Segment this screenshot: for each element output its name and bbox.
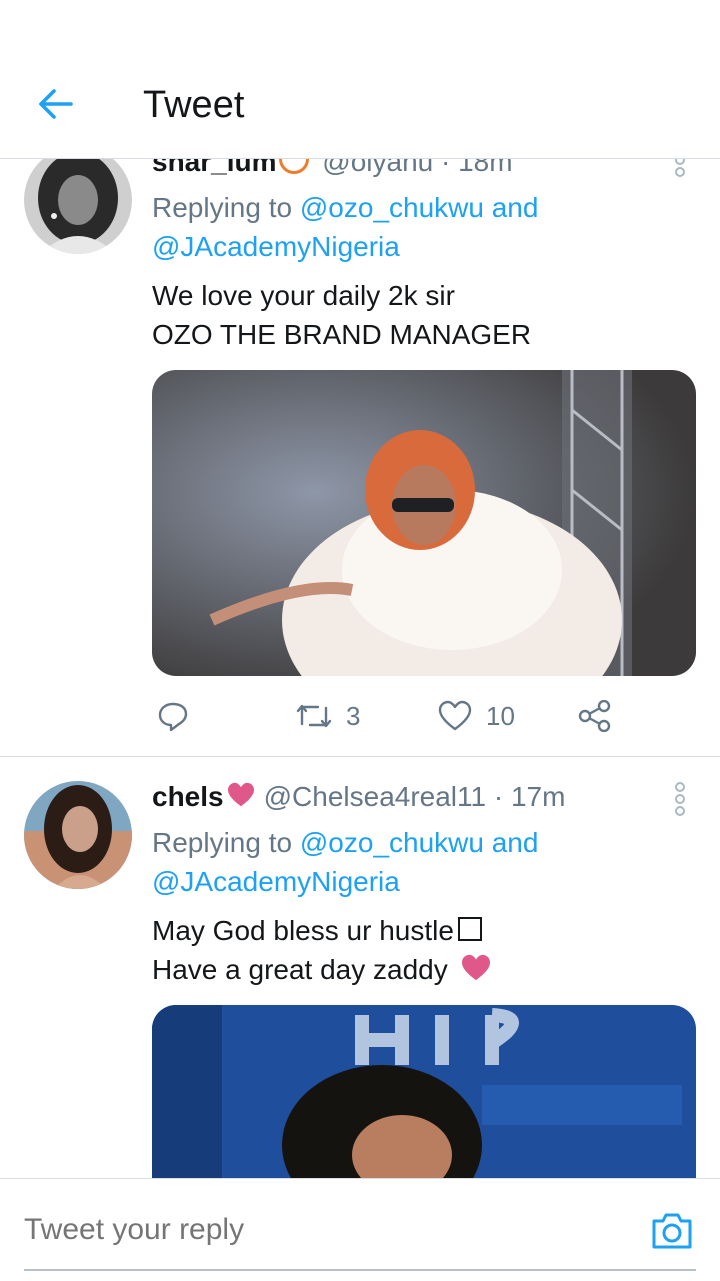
more-options-icon[interactable] [668,777,692,825]
input-underline [24,1269,696,1271]
tweet-text-line: May God bless ur hustle [152,915,482,947]
tweet-text: Have a great day zaddy [152,954,448,985]
tweet-media-photo[interactable] [152,1005,696,1178]
mention-link[interactable]: @JAcademyNigeria [152,866,400,897]
tweet-text-line: OZO THE BRAND MANAGER [152,319,532,350]
retweet-icon [296,704,332,728]
and-word: and [491,827,539,858]
pink-heart-emoji [227,782,254,807]
retweet-action[interactable]: 3 [296,700,360,732]
tweet-text-line: We love your daily 2k sir [152,280,455,311]
unsupported-emoji-box [457,917,482,941]
mention-link[interactable]: @ozo_chukwu [300,192,484,223]
heart-icon [438,700,472,731]
reply-tweet[interactable]: chels @Chelsea4real11 · 17m Replying to @… [0,757,720,1178]
like-count: 10 [486,700,515,731]
replying-to: Replying to @ozo_chukwu and @JAcademyNig… [152,823,692,901]
back-arrow-icon[interactable] [36,84,76,124]
tweet-replies-feed[interactable]: shar_lum @olyanu · 18m Replying to @ozo_… [0,0,720,1178]
reply-action[interactable] [157,700,189,732]
reply-icon [158,702,188,732]
reply-composer [0,1178,720,1281]
like-action[interactable]: 10 [438,700,515,732]
tweet-text: May God bless ur hustle [152,915,454,946]
author-name[interactable]: chels [152,781,224,812]
replying-to-prefix: Replying to [152,192,293,223]
camera-icon[interactable] [650,1211,694,1251]
tweet-media-photo[interactable] [152,370,696,676]
page-title: Tweet [143,84,245,126]
avatar[interactable] [24,781,132,889]
replying-to-prefix: Replying to [152,827,293,858]
pink-heart-emoji [461,954,490,981]
share-icon [578,700,611,732]
and-word: and [491,192,539,223]
avatar[interactable] [24,146,132,254]
replying-to: Replying to @ozo_chukwu and @JAcademyNig… [152,188,692,266]
author-handle[interactable]: @Chelsea4real11 [264,781,486,812]
mention-link[interactable]: @ozo_chukwu [300,827,484,858]
tweet-author-row: chels @Chelsea4real11 · 17m [152,781,565,813]
mention-link[interactable]: @JAcademyNigeria [152,231,400,262]
separator-dot: · [493,781,504,812]
top-app-bar: Tweet [0,0,720,159]
reply-input[interactable] [24,1213,624,1247]
tweet-time: 17m [510,781,566,812]
share-action[interactable] [578,700,612,732]
tweet-text-line: Have a great day zaddy [152,954,492,986]
retweet-count: 3 [346,700,361,731]
